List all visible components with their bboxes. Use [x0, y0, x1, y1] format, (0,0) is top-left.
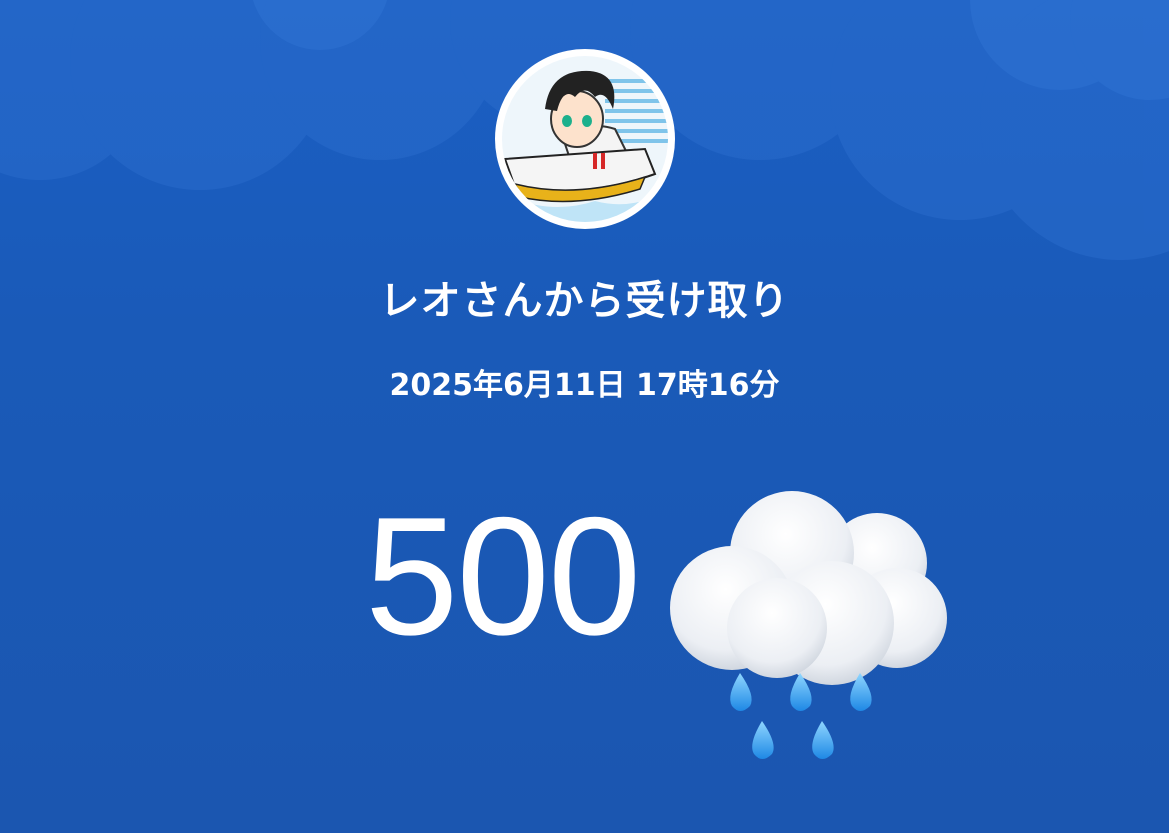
- avatar-image: [499, 53, 671, 225]
- cloud-with-rain-icon: [670, 491, 947, 759]
- amount-value: 500: [365, 482, 641, 670]
- received-datetime: 2025年6月11日 17時16分: [389, 368, 780, 403]
- page-title: レオさんから受け取り: [379, 278, 790, 324]
- avatar: [495, 49, 675, 229]
